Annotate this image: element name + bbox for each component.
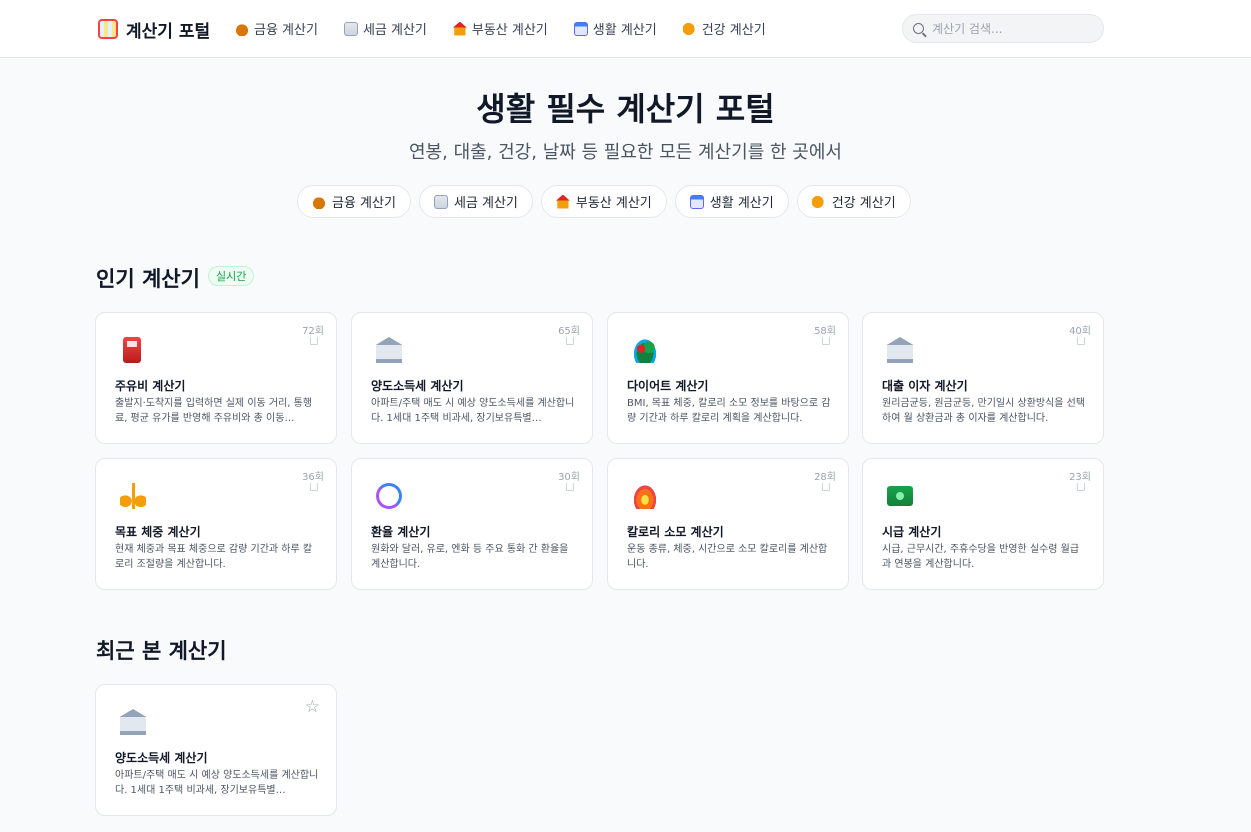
nav-item-life[interactable]: 생활 계산기 (573, 19, 657, 38)
bookmark-icon[interactable] (822, 483, 830, 491)
chip-label: 생활 계산기 (709, 196, 774, 211)
calculator-card-exchange-rate[interactable]: 30회 환율 계산기 원화와 달러, 유로, 엔화 등 주요 통화 간 환율을 … (351, 458, 593, 590)
cash-icon (887, 486, 913, 506)
card-title: 대출 이자 계산기 (882, 379, 968, 393)
card-title: 환율 계산기 (371, 525, 431, 539)
view-count: 23회 (1069, 472, 1091, 483)
money-bag-icon (235, 21, 249, 36)
calculator-card-fuel[interactable]: 72회 주유비 계산기 출발지·도착지를 입력하면 실제 이동 거리, 통행료,… (95, 312, 337, 444)
card-title: 양도소득세 계산기 (115, 751, 208, 765)
bookmark-icon[interactable] (566, 337, 574, 345)
logo-text: 계산기 포털 (126, 21, 211, 42)
chip-label: 금융 계산기 (332, 196, 396, 211)
star-icon[interactable]: ☆ (305, 699, 320, 716)
card-description: 출발지·도착지를 입력하면 실제 이동 거리, 통행료, 평균 유가를 반영해 … (115, 398, 313, 424)
scale-icon (120, 483, 146, 509)
view-count: 72회 (302, 326, 324, 337)
calculator-card-loan-interest[interactable]: 40회 대출 이자 계산기 원리금균등, 원금균등, 만기일시 상환방식을 선택… (862, 312, 1104, 444)
card-description: 시급, 근무시간, 주휴수당을 반영한 실수령 월급과 연봉을 계산합니다. (882, 544, 1080, 570)
receipt-icon (343, 21, 358, 36)
calculator-card-capital-gains-tax[interactable]: 65회 양도소득세 계산기 아파트/주택 매도 시 예상 양도소득세를 계산합니… (351, 312, 593, 444)
chip-tax[interactable]: 세금 계산기 (418, 185, 533, 218)
calculator-card-calorie-burn[interactable]: 28회 칼로리 소모 계산기 운동 종류, 체중, 시간으로 소모 칼로리를 계… (607, 458, 849, 590)
view-count: 65회 (558, 326, 580, 337)
category-chips: 금융 계산기 세금 계산기 부동산 계산기 생활 계산기 건강 계산기 (297, 185, 911, 218)
card-title: 주유비 계산기 (115, 379, 186, 393)
popular-section-title: 인기 계산기 (96, 267, 200, 291)
bookmark-icon[interactable] (822, 337, 830, 345)
search-icon (913, 23, 924, 34)
chip-label: 건강 계산기 (831, 196, 896, 211)
card-description: 아파트/주택 매도 시 예상 양도소득세를 계산합니다. 1세대 1주택 비과세… (115, 770, 319, 796)
calculator-card-target-weight[interactable]: 36회 목표 체중 계산기 현재 체중과 목표 체중으로 감량 기간과 하루 칼… (95, 458, 337, 590)
card-title: 양도소득세 계산기 (371, 379, 464, 393)
chip-label: 세금 계산기 (453, 196, 518, 211)
calculator-card-hourly-wage[interactable]: 23회 시급 계산기 시급, 근무시간, 주휴수당을 반영한 실수령 월급과 연… (862, 458, 1104, 590)
card-title: 칼로리 소모 계산기 (627, 525, 724, 539)
chip-health[interactable]: 건강 계산기 (796, 185, 911, 218)
bookmark-icon[interactable] (310, 483, 318, 491)
fire-icon (632, 483, 658, 509)
page-subtitle: 연봉, 대출, 건강, 날짜 등 필요한 모든 계산기를 한 곳에서 (409, 142, 842, 163)
recent-section-title: 최근 본 계산기 (96, 639, 227, 663)
view-count: 58회 (814, 326, 836, 337)
nav-item-label: 금융 계산기 (254, 23, 318, 38)
view-count: 40회 (1069, 326, 1091, 337)
bank-icon (887, 337, 913, 363)
abacus-icon (98, 19, 118, 39)
bank-icon (376, 337, 402, 363)
bookmark-icon[interactable] (310, 337, 318, 345)
bookmark-icon[interactable] (566, 483, 574, 491)
chip-life[interactable]: 생활 계산기 (674, 185, 789, 218)
top-header: 계산기 포털 금융 계산기 세금 계산기 부동산 계산기 생활 계산기 건강 계… (0, 0, 1251, 58)
flexed-arm-icon (682, 21, 697, 36)
fuel-pump-icon (123, 337, 141, 363)
page-title: 생활 필수 계산기 포털 (476, 90, 775, 128)
view-count: 36회 (302, 472, 324, 483)
main-nav: 금융 계산기 세금 계산기 부동산 계산기 생활 계산기 건강 계산기 (235, 19, 766, 38)
bank-icon (120, 709, 146, 735)
card-description: 현재 체중과 목표 체중으로 감량 기간과 하루 칼로리 조절량을 계산합니다. (115, 544, 313, 570)
site-logo[interactable]: 계산기 포털 (98, 17, 211, 42)
chip-label: 부동산 계산기 (575, 196, 652, 211)
chip-real-estate[interactable]: 부동산 계산기 (540, 185, 667, 218)
card-title: 다이어트 계산기 (627, 379, 709, 393)
receipt-icon (433, 194, 448, 209)
recent-card-capital-gains-tax[interactable]: ☆ 양도소득세 계산기 아파트/주택 매도 시 예상 양도소득세를 계산합니다.… (95, 684, 337, 816)
view-count: 28회 (814, 472, 836, 483)
nav-item-real-estate[interactable]: 부동산 계산기 (452, 19, 548, 38)
card-description: 원화와 달러, 유로, 엔화 등 주요 통화 간 환율을 계산합니다. (371, 544, 569, 570)
card-description: 원리금균등, 원금균등, 만기일시 상환방식을 선택하여 월 상환금과 총 이자… (882, 398, 1086, 424)
money-bag-icon (312, 194, 326, 209)
view-count: 30회 (558, 472, 580, 483)
house-icon (555, 194, 570, 209)
calendar-icon (573, 21, 588, 36)
nav-item-health[interactable]: 건강 계산기 (682, 19, 766, 38)
nav-item-finance[interactable]: 금융 계산기 (235, 19, 318, 38)
house-icon (452, 21, 467, 36)
search-box (902, 14, 1104, 43)
search-input[interactable] (932, 21, 1092, 36)
nav-item-label: 세금 계산기 (362, 23, 427, 38)
nav-item-label: 건강 계산기 (701, 23, 766, 38)
card-description: 운동 종류, 체중, 시간으로 소모 칼로리를 계산합니다. (627, 544, 828, 570)
live-badge: 실시간 (208, 266, 255, 286)
currency-exchange-icon (376, 483, 402, 509)
nav-item-label: 생활 계산기 (592, 23, 657, 38)
card-title: 시급 계산기 (882, 525, 942, 539)
bookmark-icon[interactable] (1077, 337, 1085, 345)
calculator-card-diet[interactable]: 58회 다이어트 계산기 BMI, 목표 체중, 칼로리 소모 정보를 바탕으로… (607, 312, 849, 444)
calendar-icon (689, 194, 704, 209)
card-title: 목표 체중 계산기 (115, 525, 201, 539)
nav-item-tax[interactable]: 세금 계산기 (343, 19, 427, 38)
nav-item-label: 부동산 계산기 (471, 23, 548, 38)
flexed-arm-icon (811, 194, 826, 209)
chip-finance[interactable]: 금융 계산기 (297, 185, 411, 218)
bookmark-icon[interactable] (1077, 483, 1085, 491)
salad-icon (632, 337, 658, 363)
card-description: 아파트/주택 매도 시 예상 양도소득세를 계산합니다. 1세대 1주택 비과세… (371, 398, 575, 424)
card-description: BMI, 목표 체중, 칼로리 소모 정보를 바탕으로 감량 기간과 하루 칼로… (627, 398, 831, 424)
